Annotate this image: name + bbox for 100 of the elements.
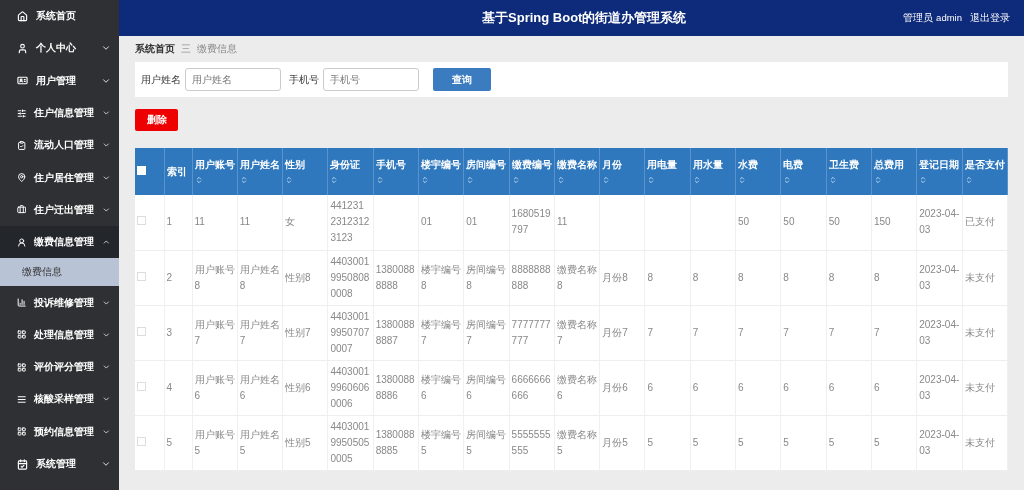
breadcrumb-link[interactable]: 系统首页 (135, 42, 175, 56)
table-cell: 月份8 (602, 271, 628, 283)
column-header[interactable]: 登记日期 (916, 148, 963, 195)
row-checkbox[interactable] (137, 381, 146, 391)
sidebar-item[interactable]: 缴费信息管理 (0, 226, 119, 259)
table-cell: 2023-04- 03 (919, 373, 960, 401)
sort-icon[interactable] (194, 175, 203, 184)
menu-item-icon (17, 458, 28, 470)
table-cell: 1380088 8887 (375, 318, 415, 346)
column-header[interactable]: 用电量 (644, 148, 691, 195)
menu-item-icon (17, 393, 27, 405)
table-cell: 1 (166, 216, 173, 228)
field-label: 手机号 (289, 72, 319, 87)
table-cell: 楼宇编号 6 (421, 373, 461, 401)
row-checkbox[interactable] (137, 271, 146, 281)
table-cell: 未支付 (964, 271, 995, 283)
column-header[interactable]: 是否支付 (962, 148, 1008, 195)
column-label: 电费 (783, 158, 804, 170)
table-cell: 用户姓名 7 (239, 318, 280, 346)
table-cell: 缴费名称 6 (556, 373, 597, 401)
table-cell: 6 (647, 381, 654, 393)
menu-item-icon (17, 139, 27, 151)
sort-icon[interactable] (285, 175, 294, 184)
table-cell: 01 (421, 216, 433, 228)
table-cell: 用户账号 6 (194, 373, 235, 401)
column-header[interactable]: 缴费名称 (554, 148, 600, 195)
column-header[interactable]: 缴费编号 (509, 148, 555, 195)
table-cell: 7 (692, 326, 699, 338)
column-header[interactable]: 用户账号 (192, 148, 238, 195)
sort-icon[interactable] (466, 175, 475, 184)
column-header[interactable]: 月份 (599, 148, 645, 195)
table-cell: 用户姓名 6 (239, 373, 280, 401)
row-checkbox[interactable] (137, 326, 146, 336)
table-cell: 性别5 (285, 436, 311, 448)
column-label: 用户账号 (194, 158, 235, 170)
column-header[interactable]: 身份证 (327, 148, 374, 195)
sort-icon[interactable] (692, 175, 701, 184)
sort-icon[interactable] (828, 175, 837, 184)
table-cell: 7 (647, 326, 654, 338)
sort-icon[interactable] (738, 175, 747, 184)
table-cell: 缴费名称 8 (556, 263, 597, 291)
table-cell: 50 (783, 216, 795, 228)
table-cell: 2023-04- 03 (919, 428, 960, 456)
select-all-checkbox[interactable] (137, 166, 146, 175)
table-cell: 用户账号 8 (194, 263, 235, 291)
column-header[interactable]: 总费用 (871, 148, 917, 195)
logout-link[interactable]: 退出登录 (970, 11, 1010, 25)
table-cell: 11 (239, 216, 251, 228)
column-header[interactable]: 用户姓名 (237, 148, 283, 195)
app-title: 基于Spring Boot的街道办管理系统 (481, 9, 688, 27)
table-cell: 1380088 8886 (375, 373, 415, 401)
sort-icon[interactable] (330, 175, 339, 184)
sidebar-subitem[interactable]: 缴费信息 (0, 258, 119, 287)
row-checkbox[interactable] (137, 436, 146, 446)
column-header[interactable]: 电费 (780, 148, 827, 195)
sort-icon[interactable] (783, 175, 792, 184)
table-cell: 11 (194, 216, 205, 228)
sort-icon[interactable] (556, 175, 565, 184)
table-cell: 房间编号 8 (466, 263, 507, 291)
column-label: 性别 (285, 158, 306, 170)
table-cell: 1380088 8888 (375, 263, 415, 291)
delete-button[interactable]: 删除 (135, 109, 178, 131)
column-header[interactable]: 手机号 (373, 148, 419, 195)
table-cell: 房间编号 7 (466, 318, 507, 346)
column-header[interactable]: 性别 (282, 148, 328, 195)
column-label: 房间编号 (466, 158, 507, 170)
sort-icon[interactable] (873, 175, 882, 184)
column-header[interactable]: 楼宇编号 (418, 148, 464, 195)
row-checkbox[interactable] (137, 216, 146, 226)
table-cell: 6 (828, 381, 835, 393)
column-label: 身份证 (330, 158, 361, 170)
column-header[interactable]: 房间编号 (463, 148, 510, 195)
menu-item-icon (17, 42, 28, 54)
table-cell: 4403001 9950707 0007 (330, 310, 370, 354)
column-label: 缴费编号 (511, 158, 552, 170)
sort-icon[interactable] (375, 175, 384, 184)
table-cell: 月份5 (602, 436, 628, 448)
table-cell: 5555555 555 (511, 428, 551, 456)
sort-icon[interactable] (239, 175, 248, 184)
sort-icon[interactable] (602, 175, 611, 184)
sort-icon[interactable] (511, 175, 520, 184)
sort-icon[interactable] (964, 175, 973, 184)
sort-icon[interactable] (421, 175, 429, 184)
column-label: 缴费名称 (556, 158, 597, 170)
column-header[interactable]: 水费 (735, 148, 781, 195)
search-button[interactable]: 查询 (433, 68, 491, 91)
input-field[interactable]: 用户姓名 (185, 68, 281, 91)
sort-icon[interactable] (919, 175, 928, 184)
column-header[interactable]: 卫生费 (826, 148, 872, 195)
user-label: 管理员 admin (903, 11, 962, 25)
sort-icon[interactable] (647, 175, 656, 184)
table-cell: 4403001 9960606 0006 (330, 365, 370, 409)
table-cell: 7 (738, 326, 744, 338)
column-header[interactable]: 索引 (164, 148, 192, 195)
column-header[interactable]: 用水量 (690, 148, 736, 195)
input-field[interactable]: 手机号 (323, 68, 419, 91)
table-cell: 5 (828, 436, 835, 448)
menu-item-icon (17, 361, 27, 373)
table-cell: 8888888 888 (511, 263, 551, 291)
table-cell: 楼宇编号 7 (421, 318, 461, 346)
